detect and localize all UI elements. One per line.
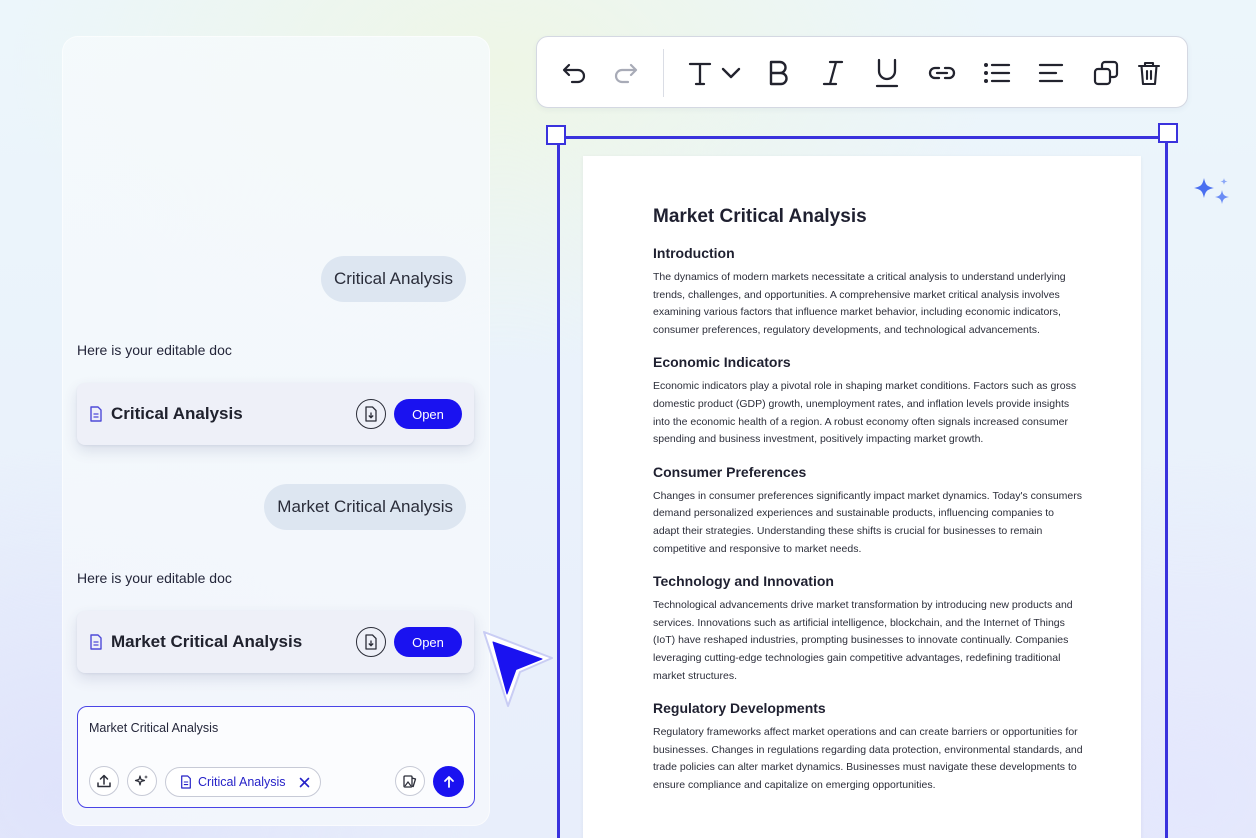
trash-icon [1137,61,1161,86]
file-icon [181,775,191,789]
italic-icon [822,60,844,86]
toolbar-divider [663,49,664,97]
upload-icon [97,774,111,788]
resize-handle-top-right[interactable] [1158,123,1178,143]
section-paragraph: Economic indicators play a pivotal role … [653,380,1077,446]
italic-button[interactable] [817,57,849,89]
sparkle-icon [1194,178,1229,204]
section-heading: Technology and Innovation [653,573,834,590]
download-icon [365,634,377,650]
section-paragraph: Regulatory frameworks affect market oper… [653,726,1083,791]
chevron-down-icon [721,67,741,79]
attachment-chip[interactable]: Critical Analysis [165,767,321,797]
document-page[interactable]: Market Critical Analysis Introduction Th… [583,156,1141,838]
list-icon [984,63,1011,83]
section-paragraph: Changes in consumer preferences signific… [653,489,1082,555]
attachment-chip-label: Critical Analysis [198,775,286,789]
assistant-message: Here is your editable doc [77,342,232,358]
close-icon[interactable] [299,777,310,788]
duplicate-icon [1093,60,1119,86]
undo-button[interactable] [559,57,591,89]
ai-assist-button[interactable] [127,766,157,796]
section-heading: Consumer Preferences [653,463,807,480]
section-paragraph: Technological advancements drive market … [653,599,1073,682]
align-left-button[interactable] [1035,57,1067,89]
duplicate-button[interactable] [1090,57,1122,89]
editor-toolbar [536,36,1188,108]
link-icon [928,66,956,80]
send-button[interactable] [433,766,464,797]
underline-button[interactable] [871,57,903,89]
composer-input[interactable]: Market Critical Analysis [89,721,218,735]
bold-button[interactable] [763,57,795,89]
file-icon [90,634,102,650]
cursor-arrow-icon [483,631,553,707]
open-button[interactable]: Open [394,399,462,429]
download-button[interactable] [356,627,386,657]
resize-handle-top-left[interactable] [546,125,566,145]
assistant-message: Here is your editable doc [77,570,232,586]
section-heading: Regulatory Developments [653,700,826,717]
undo-icon [562,63,586,84]
section-heading: Introduction [653,245,735,261]
sparkle-icon [134,775,148,786]
align-left-icon [1038,63,1064,83]
download-icon [365,406,377,422]
redo-icon [614,63,638,84]
list-button[interactable] [981,57,1013,89]
section-paragraph: The dynamics of modern markets necessita… [653,271,1066,336]
document-title: Market Critical Analysis [653,206,867,227]
delete-button[interactable] [1133,57,1165,89]
open-button[interactable]: Open [394,627,462,657]
arrow-up-icon [443,775,454,788]
doc-card-title: Critical Analysis [111,404,243,423]
user-message-bubble: Market Critical Analysis [264,484,466,530]
redo-button[interactable] [609,57,641,89]
doc-card-title: Market Critical Analysis [111,632,303,651]
text-style-icon [688,62,712,86]
gallery-button[interactable] [395,766,425,796]
chat-panel: Critical Analysis Here is your editable … [62,36,490,826]
doc-card[interactable]: Market Critical Analysis Open [77,611,474,673]
user-message-bubble: Critical Analysis [320,256,466,302]
bold-icon [769,60,788,86]
text-style-dropdown[interactable] [683,57,745,89]
doc-card[interactable]: Critical Analysis Open [77,383,474,445]
upload-button[interactable] [89,766,119,796]
underline-icon [875,58,899,88]
document-content: Market Critical Analysis Introduction Th… [653,206,1083,809]
link-button[interactable] [926,57,958,89]
section-heading: Economic Indicators [653,354,791,371]
message-composer[interactable]: Market Critical Analysis Critical Analys… [77,706,475,808]
gallery-icon [403,775,417,788]
file-icon [90,406,102,422]
download-button[interactable] [356,399,386,429]
